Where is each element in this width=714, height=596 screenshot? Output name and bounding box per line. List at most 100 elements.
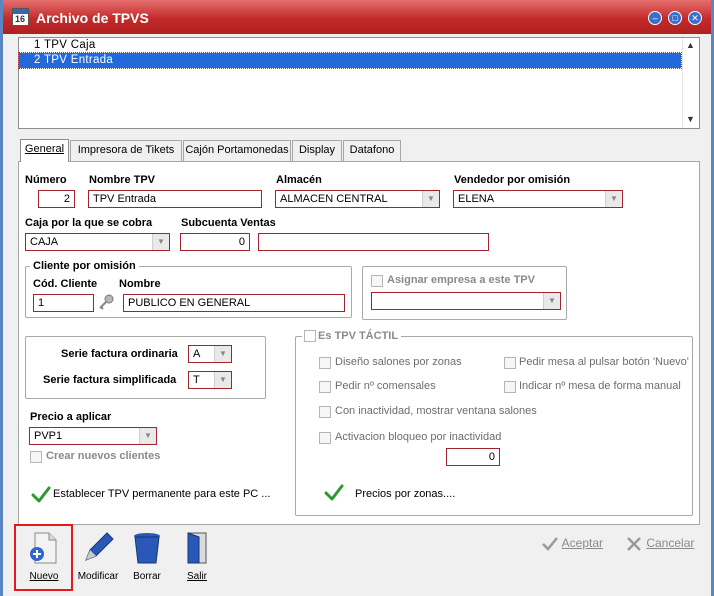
scroll-up-icon[interactable]: ▲ (686, 40, 695, 50)
app-icon-label: 16 (15, 14, 26, 24)
precio-combo[interactable]: PVP1 ▼ (29, 427, 157, 445)
serie-ordinaria-combo[interactable]: A ▼ (188, 345, 232, 363)
diseno-salones-checkbox[interactable] (319, 357, 331, 369)
pen-icon (85, 532, 114, 561)
precios-zonas-link[interactable]: Precios por zonas.... (355, 488, 455, 500)
nombre-tpv-label: Nombre TPV (89, 174, 156, 186)
borrar-button[interactable]: Borrar (127, 530, 167, 582)
establecer-tpv-link[interactable]: Establecer TPV permanente para este PC .… (53, 488, 270, 500)
subcuenta-description-field[interactable] (258, 233, 489, 251)
crear-clientes-checkbox[interactable] (30, 451, 42, 463)
almacen-combo[interactable]: ALMACEN CENTRAL ▼ (275, 190, 440, 208)
caja-value: CAJA (30, 236, 59, 248)
caja-combo[interactable]: CAJA ▼ (25, 233, 170, 251)
aceptar-button[interactable]: Aceptar (541, 536, 603, 552)
cancel-x-icon (627, 537, 641, 551)
borrar-label: Borrar (133, 571, 161, 582)
tab-label: Impresora de Tikets (77, 144, 175, 156)
salir-button[interactable]: Salir (177, 530, 217, 582)
chevron-down-icon[interactable]: ▼ (214, 372, 231, 388)
bloqueo-inactividad-label: Activacion bloqueo por inactividad (335, 431, 502, 443)
chevron-down-icon[interactable]: ▼ (139, 428, 156, 444)
nuevo-button[interactable]: Nuevo (19, 530, 69, 582)
tab-general[interactable]: General (20, 139, 69, 162)
nombre-tpv-field[interactable]: TPV Entrada (88, 190, 262, 208)
tab-display[interactable]: Display (292, 140, 342, 161)
green-check-icon (31, 486, 51, 503)
numero-field[interactable]: 2 (38, 190, 75, 208)
scroll-down-icon[interactable]: ▼ (686, 114, 695, 124)
maximize-icon[interactable]: □ (668, 11, 682, 25)
bloqueo-inactividad-checkbox[interactable] (319, 432, 331, 444)
asignar-empresa-label: Asignar empresa a este TPV (387, 274, 535, 286)
general-tab-page: Número 2 Nombre TPV TPV Entrada Almacén … (18, 161, 700, 525)
chevron-down-icon[interactable]: ▼ (543, 293, 560, 309)
vendedor-label: Vendedor por omisión (454, 174, 571, 186)
list-item[interactable]: 1 TPV Caja (19, 38, 699, 53)
subcuenta-label: Subcuenta Ventas (181, 217, 276, 229)
pedir-comensales-checkbox[interactable] (319, 381, 331, 393)
tab-impresora[interactable]: Impresora de Tikets (70, 140, 182, 161)
minimize-icon[interactable]: – (648, 11, 662, 25)
main-panel: 1 TPV Caja 2 TPV Entrada ▲ ▼ General Imp… (3, 34, 711, 596)
indicar-mesa-checkbox[interactable] (504, 381, 516, 393)
subcuenta-field[interactable]: 0 (180, 233, 250, 251)
cod-cliente-field[interactable]: 1 (33, 294, 94, 312)
serie-ordinaria-label: Serie factura ordinaria (61, 348, 178, 360)
tab-label: Cajón Portamonedas (185, 144, 289, 156)
list-item-selected[interactable]: 2 TPV Entrada (18, 52, 682, 69)
tab-label: General (24, 143, 65, 155)
serie-simplificada-label: Serie factura simplificada (43, 374, 177, 386)
pedir-mesa-checkbox[interactable] (504, 357, 516, 369)
almacen-label: Almacén (276, 174, 322, 186)
serie-ordinaria-value: A (193, 348, 201, 360)
tab-cajon[interactable]: Cajón Portamonedas (183, 140, 291, 161)
indicar-mesa-label: Indicar nº mesa de forma manual (519, 380, 681, 392)
cod-cliente-label: Cód. Cliente (33, 278, 98, 290)
exit-door-icon (187, 532, 207, 564)
tpv-listbox[interactable]: 1 TPV Caja 2 TPV Entrada ▲ ▼ (18, 37, 700, 129)
green-check-icon (324, 484, 344, 501)
modificar-label: Modificar (77, 571, 119, 582)
serie-simplificada-value: T (193, 374, 200, 386)
vendedor-value: ELENA (458, 193, 495, 205)
precio-value: PVP1 (34, 430, 63, 442)
archivo-tpvs-window: 16 Archivo de TPVS – □ ✕ 1 TPV Caja 2 TP… (0, 0, 714, 596)
key-icon[interactable] (97, 293, 115, 311)
aceptar-label: Aceptar (561, 536, 604, 551)
bloqueo-minutos-field[interactable]: 0 (446, 448, 500, 466)
cliente-group-title: Cliente por omisión (30, 260, 139, 272)
diseno-salones-label: Diseño salones por zonas (335, 356, 462, 368)
tab-label: Display (298, 144, 336, 156)
tab-label: Datafono (349, 144, 395, 156)
cliente-nombre-label: Nombre (119, 278, 161, 290)
list-scrollbar[interactable]: ▲ ▼ (682, 38, 699, 128)
cancelar-button[interactable]: Cancelar (625, 536, 694, 552)
cliente-nombre-field[interactable]: PUBLICO EN GENERAL (123, 294, 345, 312)
asignar-empresa-checkbox[interactable] (371, 275, 383, 287)
chevron-down-icon[interactable]: ▼ (422, 191, 439, 207)
tactil-group-title: Es TPV TÁCTIL (302, 330, 402, 342)
chevron-down-icon[interactable]: ▼ (152, 234, 169, 250)
new-document-icon (30, 532, 57, 564)
asignar-empresa-combo[interactable]: ▼ (371, 292, 561, 310)
pedir-comensales-label: Pedir nº comensales (335, 380, 436, 392)
window-title: Archivo de TPVS (36, 10, 149, 26)
chevron-down-icon[interactable]: ▼ (214, 346, 231, 362)
inactividad-salones-checkbox[interactable] (319, 406, 331, 418)
salir-label: Salir (186, 571, 207, 582)
chevron-down-icon[interactable]: ▼ (605, 191, 622, 207)
vendedor-combo[interactable]: ELENA ▼ (453, 190, 623, 208)
numero-label: Número (25, 174, 67, 186)
crear-clientes-label: Crear nuevos clientes (46, 450, 161, 462)
tab-datafono[interactable]: Datafono (343, 140, 401, 161)
modificar-button[interactable]: Modificar (77, 530, 119, 582)
close-icon[interactable]: ✕ (688, 11, 702, 25)
cancelar-label: Cancelar (646, 536, 695, 551)
es-tactil-checkbox[interactable] (304, 330, 316, 342)
trash-icon (134, 533, 160, 564)
title-bar[interactable]: 16 Archivo de TPVS – □ ✕ (3, 0, 711, 34)
check-icon (542, 537, 558, 551)
caja-label: Caja por la que se cobra (25, 217, 153, 229)
serie-simplificada-combo[interactable]: T ▼ (188, 371, 232, 389)
